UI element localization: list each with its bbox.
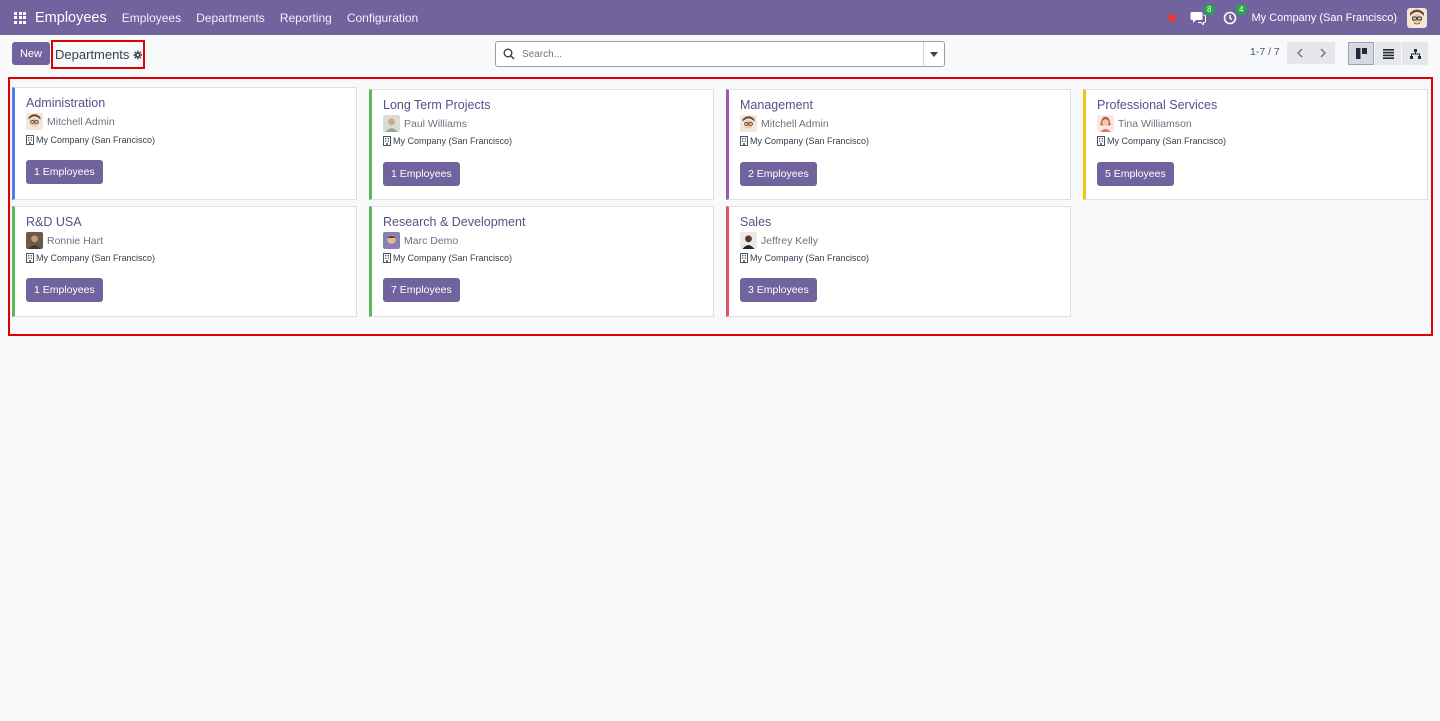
menu-departments[interactable]: Departments [196, 11, 265, 25]
department-company: My Company (San Francisco) [26, 135, 155, 145]
user-avatar[interactable] [1407, 7, 1427, 28]
department-card[interactable]: Research & Development Marc Demo My Compan… [369, 206, 714, 317]
pager-value[interactable]: 1-7 / 7 [1250, 46, 1280, 58]
avatar[interactable] [26, 232, 43, 249]
company-name: My Company (San Francisco) [36, 253, 156, 263]
department-company: My Company (San Francisco) [740, 253, 869, 263]
company-switcher[interactable]: My Company (San Francisco) [1252, 12, 1398, 24]
manager-name: Mitchell Admin [761, 117, 829, 130]
department-manager: Paul Williams [383, 115, 467, 132]
manager-name: Mitchell Admin [47, 115, 115, 128]
hierarchy-icon [1409, 48, 1421, 59]
search-icon [496, 48, 522, 60]
department-company: My Company (San Francisco) [1097, 136, 1226, 146]
chevron-right-icon [1320, 48, 1326, 58]
building-icon [740, 136, 748, 146]
list-icon [1382, 48, 1394, 59]
manager-name: Tina Williamson [1118, 117, 1192, 130]
status-dot-icon[interactable] [1167, 13, 1176, 22]
manager-name: Jeffrey Kelly [761, 234, 818, 247]
employees-button[interactable]: 7 Employees [383, 278, 460, 302]
activities-icon[interactable]: 4 [1220, 3, 1247, 28]
kanban-view-button[interactable] [1348, 42, 1374, 65]
employees-button[interactable]: 2 Employees [740, 162, 817, 186]
avatar[interactable] [1097, 115, 1114, 132]
company-name: My Company (San Francisco) [750, 253, 870, 263]
search-input[interactable] [522, 43, 923, 65]
messages-icon[interactable]: 8 [1188, 3, 1215, 28]
messages-badge: 8 [1204, 3, 1215, 15]
company-name: My Company (San Francisco) [750, 136, 870, 146]
building-icon [740, 253, 748, 263]
kanban-icon [1355, 48, 1367, 59]
department-company: My Company (San Francisco) [383, 253, 512, 263]
manager-name: Ronnie Hart [47, 234, 104, 247]
search-options-toggle[interactable] [923, 42, 944, 66]
department-manager: Jeffrey Kelly [740, 232, 818, 249]
department-name[interactable]: Sales [740, 215, 771, 229]
department-company: My Company (San Francisco) [26, 253, 155, 263]
department-name[interactable]: Administration [26, 96, 105, 110]
department-card[interactable]: Sales Jeffrey Kelly My Company (San Franci… [726, 206, 1071, 317]
pager-previous-button[interactable] [1287, 42, 1311, 64]
avatar[interactable] [26, 113, 43, 130]
list-view-button[interactable] [1375, 42, 1401, 65]
employees-button[interactable]: 5 Employees [1097, 162, 1174, 186]
building-icon [383, 136, 391, 146]
avatar[interactable] [383, 232, 400, 249]
company-name: My Company (San Francisco) [393, 253, 513, 263]
avatar[interactable] [740, 232, 757, 249]
menu-reporting[interactable]: Reporting [280, 11, 332, 25]
department-card[interactable]: Administration Mitchell Admin My Company (… [12, 87, 357, 200]
department-name[interactable]: Long Term Projects [383, 98, 490, 112]
department-card[interactable]: Management Mitchell Admin My Company (San … [726, 89, 1071, 200]
building-icon [26, 253, 34, 263]
top-navbar: Employees Employees Departments Reportin… [0, 0, 1440, 35]
department-name[interactable]: Management [740, 98, 813, 112]
department-company: My Company (San Francisco) [740, 136, 869, 146]
employees-button[interactable]: 1 Employees [383, 162, 460, 186]
breadcrumb: Departments [51, 40, 145, 69]
department-company: My Company (San Francisco) [383, 136, 512, 146]
chevron-left-icon [1296, 48, 1302, 58]
department-manager: Mitchell Admin [26, 113, 115, 130]
building-icon [26, 135, 34, 145]
department-manager: Mitchell Admin [740, 115, 829, 132]
employees-button[interactable]: 3 Employees [740, 278, 817, 302]
department-card[interactable]: Long Term Projects Paul Williams My Compan… [369, 89, 714, 200]
search-bar [495, 41, 945, 67]
new-button[interactable]: New [12, 42, 50, 65]
department-manager: Marc Demo [383, 232, 458, 249]
menu-employees[interactable]: Employees [122, 11, 181, 25]
department-card[interactable]: R&D USA Ronnie Hart My Company (San Franci… [12, 206, 357, 317]
employees-button[interactable]: 1 Employees [26, 160, 103, 184]
company-name: My Company (San Francisco) [1107, 136, 1227, 146]
activities-badge: 4 [1236, 3, 1247, 15]
manager-name: Marc Demo [404, 234, 459, 247]
department-card[interactable]: Professional Services Tina Williamson My C… [1083, 89, 1428, 200]
gear-icon[interactable] [133, 50, 143, 60]
page-title: Departments [55, 47, 130, 62]
employees-button[interactable]: 1 Employees [26, 278, 103, 302]
avatar[interactable] [740, 115, 757, 132]
department-manager: Tina Williamson [1097, 115, 1192, 132]
hierarchy-view-button[interactable] [1402, 42, 1428, 65]
department-name[interactable]: R&D USA [26, 215, 82, 229]
department-manager: Ronnie Hart [26, 232, 103, 249]
company-name: My Company (San Francisco) [36, 135, 156, 145]
company-name: My Company (San Francisco) [393, 136, 513, 146]
avatar[interactable] [383, 115, 400, 132]
department-name[interactable]: Research & Development [383, 215, 525, 229]
manager-name: Paul Williams [404, 117, 468, 130]
pager-next-button[interactable] [1311, 42, 1335, 64]
apps-menu-icon[interactable] [0, 0, 40, 35]
menu-configuration[interactable]: Configuration [347, 11, 418, 25]
building-icon [1097, 136, 1105, 146]
building-icon [383, 253, 391, 263]
department-name[interactable]: Professional Services [1097, 98, 1217, 112]
app-name[interactable]: Employees [35, 10, 107, 26]
